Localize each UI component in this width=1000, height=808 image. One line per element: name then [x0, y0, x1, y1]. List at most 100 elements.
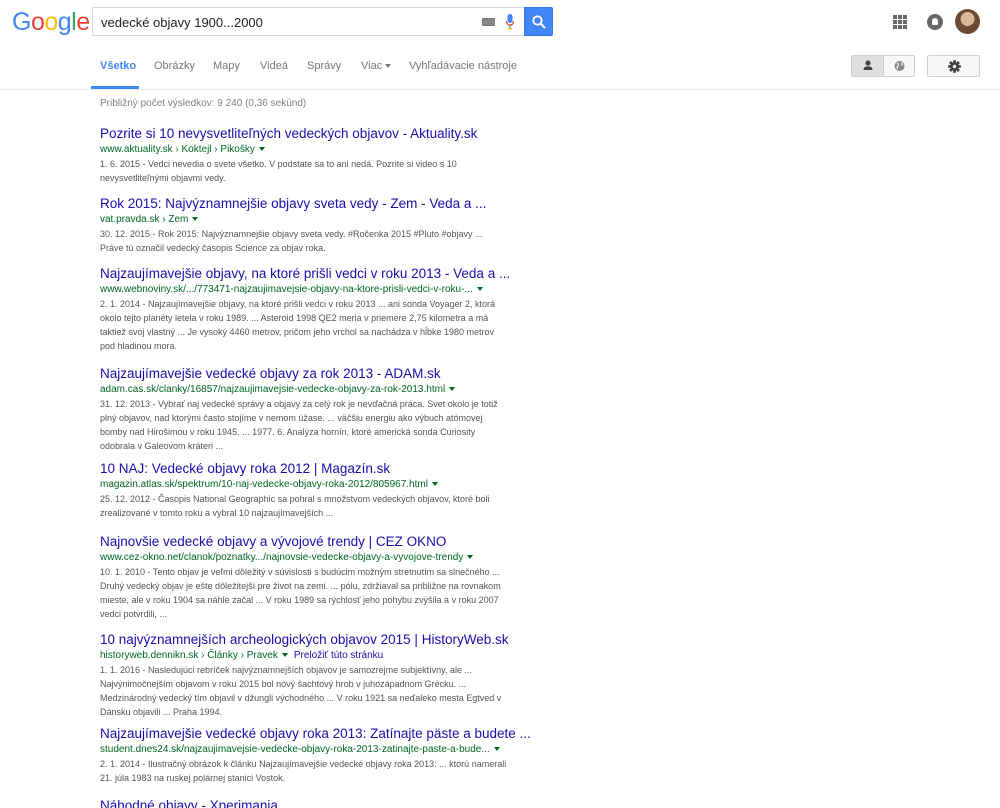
- result-title-link[interactable]: 10 najvýznamnejších archeologických obja…: [100, 632, 560, 648]
- snippet-line: Druhý vedecký objav je ešte dôležitejší …: [100, 581, 501, 591]
- result-title-link[interactable]: Náhodné objavy - Xperimania: [100, 798, 560, 808]
- result-title-link[interactable]: Najzaujímavejšie objavy, na ktoré prišli…: [100, 266, 560, 282]
- snippet-line: taktiež svoj vlastný ... Je vysoký 4460 …: [100, 327, 495, 337]
- snippet-line: plný objavov, nad ktorými často stojíme …: [100, 413, 483, 423]
- logo-letter: o: [30, 8, 45, 36]
- snippet-line: 1. 1. 2016 - Nasledujúci rebríček najvýz…: [100, 665, 473, 675]
- logo-letter: g: [57, 8, 72, 36]
- result-stats: Približný počet výsledkov: 9 240 (0,36 s…: [100, 98, 307, 109]
- private-results-button[interactable]: [852, 56, 884, 76]
- result-url-text: vat.pravda.sk › Zem: [100, 214, 189, 225]
- snippet-line: 31. 12. 2013 - Vybrať naj vedecké správy…: [100, 399, 498, 409]
- result-url-text: historyweb.dennikn.sk › Články › Pravek: [100, 650, 278, 661]
- result-title-link[interactable]: 10 NAJ: Vedecké objavy roka 2012 | Magaz…: [100, 461, 560, 477]
- snippet-line: bomby nad Hirošimou v roku 1945. ... 197…: [100, 427, 476, 437]
- tab-images[interactable]: Obrázky: [154, 59, 195, 73]
- snippet-line: Práve tú označil vedecký časopis Science…: [100, 243, 326, 253]
- tab-videos[interactable]: Videá: [260, 59, 288, 73]
- result-title-link[interactable]: Rok 2015: Najvýznamnejšie objavy sveta v…: [100, 196, 560, 212]
- result-options-arrow-icon[interactable]: [431, 482, 438, 486]
- result-options-arrow-icon[interactable]: [449, 387, 456, 391]
- snippet-line: Najvýnimočnejším objavom v roku 2015 bol…: [100, 679, 467, 689]
- tab-maps[interactable]: Mapy: [213, 59, 240, 73]
- snippet-line: nevysvetliteľnými objavmi vedy.: [100, 173, 226, 183]
- result-url-text: www.aktuality.sk › Koktejl › Pikošky: [100, 144, 255, 155]
- result-options-arrow-icon[interactable]: [192, 217, 199, 221]
- result-url: www.aktuality.sk › Koktejl › Pikošky: [100, 143, 560, 156]
- snippet-line: zrealizované v tomto roku a vybral 10 na…: [100, 508, 334, 518]
- result-url: student.dnes24.sk/najzaujimavejsie-vedec…: [100, 743, 560, 756]
- result-snippet: 31. 12. 2013 - Vybrať naj vedecké správy…: [100, 397, 540, 453]
- result-url-text: www.cez-okno.net/clanok/poznatky.../najn…: [100, 552, 464, 563]
- tab-news[interactable]: Správy: [307, 59, 341, 73]
- result-url-text: www.webnoviny.sk/.../773471-najzaujimave…: [100, 284, 473, 295]
- search-result: Pozrite si 10 nevysvetliteľných vedeckýc…: [100, 126, 560, 185]
- result-url: www.webnoviny.sk/.../773471-najzaujimave…: [100, 283, 560, 296]
- translate-page-link[interactable]: Preložiť túto stránku: [294, 650, 383, 661]
- search-result: Najzaujímavejšie objavy, na ktoré prišli…: [100, 266, 560, 353]
- result-title-link[interactable]: Pozrite si 10 nevysvetliteľných vedeckýc…: [100, 126, 560, 142]
- result-title-link[interactable]: Najnovšie vedecké objavy a vývojové tren…: [100, 534, 560, 550]
- result-url-text: magazin.atlas.sk/spektrum/10-naj-vedecke…: [100, 479, 428, 490]
- chevron-down-icon: [385, 64, 392, 68]
- result-title-link[interactable]: Najzaujímavejšie vedecké objavy roka 201…: [100, 726, 560, 742]
- search-result: Najzaujímavejšie vedecké objavy roka 201…: [100, 726, 560, 785]
- snippet-line: 21. júla 1983 na ruskej polárnej stanici…: [100, 773, 286, 783]
- globe-icon: [894, 61, 905, 71]
- person-icon: [863, 60, 873, 70]
- result-snippet: 10. 1. 2010 - Tento objav je veľmi dôlež…: [100, 565, 540, 621]
- result-options-arrow-icon[interactable]: [493, 747, 500, 751]
- notifications-bell-icon[interactable]: [927, 14, 943, 30]
- search-icon: [532, 15, 546, 29]
- search-box[interactable]: [92, 7, 524, 36]
- snippet-line: 30. 12. 2015 - Rok 2015: Najvýznamnejšie…: [100, 229, 483, 239]
- apps-grid-icon[interactable]: [893, 15, 907, 29]
- snippet-line: 25. 12. 2012 - Časopis National Geograph…: [100, 494, 490, 504]
- snippet-line: mieste, ale v roku 1904 sa náhle začal .…: [100, 595, 499, 605]
- search-result: 10 NAJ: Vedecké objavy roka 2012 | Magaz…: [100, 461, 560, 520]
- snippet-line: vedci potvrdili, ...: [100, 609, 168, 619]
- result-title-link[interactable]: Najzaujímavejšie vedecké objavy za rok 2…: [100, 366, 560, 382]
- settings-button[interactable]: [927, 55, 980, 77]
- gear-icon: [948, 60, 961, 73]
- search-result: Najnovšie vedecké objavy a vývojové tren…: [100, 534, 560, 621]
- results-mode-toggle: [851, 55, 915, 77]
- snippet-line: Dánsku objavili ... Praha 1994.: [100, 707, 223, 717]
- result-url: www.cez-okno.net/clanok/poznatky.../najn…: [100, 551, 560, 564]
- snippet-line: 1. 6. 2015 - Vedci nevedia o svete všetk…: [100, 159, 457, 169]
- microphone-icon[interactable]: [505, 14, 515, 30]
- result-snippet: 25. 12. 2012 - Časopis National Geograph…: [100, 492, 540, 520]
- tab-search-tools[interactable]: Vyhľadávacie nástroje: [409, 59, 517, 73]
- result-options-arrow-icon[interactable]: [258, 147, 265, 151]
- result-options-arrow-icon[interactable]: [467, 555, 474, 559]
- result-snippet: 1. 1. 2016 - Nasledujúci rebríček najvýz…: [100, 663, 540, 719]
- result-options-arrow-icon[interactable]: [281, 653, 288, 657]
- top-bar: Google: [0, 0, 1000, 44]
- search-result: Rok 2015: Najvýznamnejšie objavy sveta v…: [100, 196, 560, 255]
- active-tab-indicator: [91, 86, 139, 89]
- result-snippet: 30. 12. 2015 - Rok 2015: Najvýznamnejšie…: [100, 227, 540, 255]
- search-result: Najzaujímavejšie vedecké objavy za rok 2…: [100, 366, 560, 453]
- result-options-arrow-icon[interactable]: [476, 287, 483, 291]
- result-url: magazin.atlas.sk/spektrum/10-naj-vedecke…: [100, 478, 560, 491]
- keyboard-icon[interactable]: [482, 18, 495, 26]
- snippet-line: 2. 1. 2014 - Ilustračný obrázok k článku…: [100, 759, 507, 769]
- result-url: vat.pravda.sk › Zem: [100, 213, 560, 226]
- result-url-text: adam.cas.sk/clanky/16857/najzaujimavejsi…: [100, 384, 446, 395]
- search-button[interactable]: [524, 7, 553, 36]
- snippet-line: 2. 1. 2014 - Najzaujímavejšie objavy, na…: [100, 299, 496, 309]
- result-url-text: student.dnes24.sk/najzaujimavejsie-vedec…: [100, 744, 490, 755]
- tab-more[interactable]: Viac: [361, 59, 392, 73]
- search-tabs-bar: Všetko Obrázky Mapy Videá Správy Viac Vy…: [0, 44, 1000, 90]
- snippet-line: okolo tejto planéty letela v roku 1989. …: [100, 313, 489, 323]
- result-snippet: 1. 6. 2015 - Vedci nevedia o svete všetk…: [100, 157, 540, 185]
- tab-more-label: Viac: [361, 60, 383, 72]
- hide-private-results-button[interactable]: [884, 56, 915, 76]
- account-avatar[interactable]: [955, 9, 980, 34]
- search-input[interactable]: [101, 13, 471, 31]
- tab-all[interactable]: Všetko: [100, 59, 136, 73]
- result-snippet: 2. 1. 2014 - Najzaujímavejšie objavy, na…: [100, 297, 540, 353]
- google-logo[interactable]: Google: [12, 10, 90, 35]
- snippet-line: odobrala v Galeovom kráteri ...: [100, 441, 224, 451]
- snippet-line: Medzinárodný vedecký tím objavil v džung…: [100, 693, 502, 703]
